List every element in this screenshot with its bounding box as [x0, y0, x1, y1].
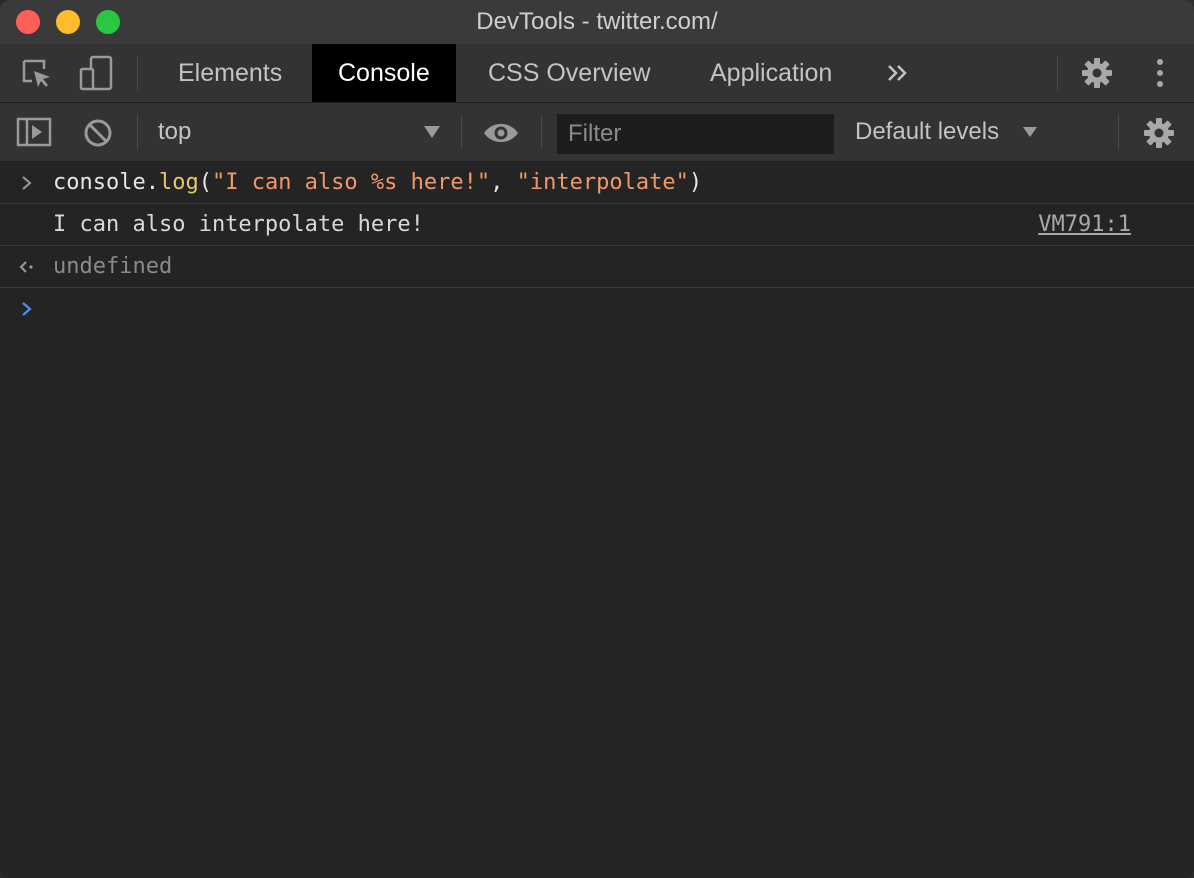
code-object: console — [53, 170, 146, 195]
tab-application[interactable]: Application — [684, 44, 858, 102]
context-selector[interactable]: top — [158, 103, 191, 161]
devtools-window: DevTools - twitter.com/ Elements Console… — [0, 0, 1194, 878]
live-expression-eye-icon[interactable] — [480, 119, 522, 147]
code-open-paren: ( — [198, 170, 212, 195]
window-title: DevTools - twitter.com/ — [476, 8, 718, 35]
result-value: undefined — [53, 254, 173, 279]
input-chevron-icon — [14, 162, 40, 203]
filter-input[interactable] — [557, 114, 834, 154]
console-prompt-row[interactable] — [0, 288, 1194, 329]
log-levels-dropdown[interactable]: Default levels — [855, 103, 999, 161]
console-result-row: undefined — [0, 246, 1194, 288]
console-input-row: console.log("I can also %s here!", "inte… — [0, 162, 1194, 204]
clear-console-icon[interactable] — [81, 116, 115, 150]
inspect-element-icon[interactable] — [18, 57, 54, 89]
toolbar-divider — [137, 115, 138, 149]
console-input-code: console.log("I can also %s here!", "inte… — [53, 162, 702, 203]
toolbar-divider — [1118, 115, 1119, 149]
toolbar-divider — [137, 56, 138, 90]
code-string-arg: "I can also %s here!" — [211, 170, 491, 195]
console-toolbar: top Default levels — [0, 103, 1194, 162]
code-dot: . — [145, 170, 159, 195]
toolbar-divider — [541, 115, 542, 149]
log-message: I can also interpolate here! — [53, 212, 424, 237]
device-toolbar-icon[interactable] — [78, 55, 114, 91]
settings-gear-icon[interactable] — [1078, 54, 1116, 92]
prompt-chevron-icon — [14, 288, 40, 329]
context-dropdown-icon[interactable] — [420, 121, 444, 143]
code-close-paren: ) — [688, 170, 703, 195]
console-log-row: I can also interpolate here! VM791:1 — [0, 204, 1194, 246]
code-string-arg: "interpolate" — [516, 170, 689, 195]
tab-elements[interactable]: Elements — [152, 44, 308, 102]
panel-tab-bar: Elements Console CSS Overview Applicatio… — [0, 44, 1194, 103]
tab-console[interactable]: Console — [312, 44, 456, 102]
show-sidebar-icon[interactable] — [14, 116, 54, 148]
toolbar-divider — [461, 115, 462, 149]
levels-dropdown-icon[interactable] — [1019, 122, 1041, 142]
result-arrow-icon — [14, 246, 40, 287]
kebab-menu-icon[interactable] — [1146, 56, 1174, 90]
source-link[interactable]: VM791:1 — [1038, 204, 1131, 245]
console-output[interactable]: console.log("I can also %s here!", "inte… — [0, 162, 1194, 878]
tab-css-overview[interactable]: CSS Overview — [462, 44, 677, 102]
title-bar: DevTools - twitter.com/ — [0, 0, 1194, 45]
more-tabs-chevron-icon[interactable] — [880, 58, 916, 88]
console-settings-gear-icon[interactable] — [1140, 114, 1178, 152]
toolbar-divider — [1057, 56, 1058, 90]
code-method: log — [158, 170, 199, 195]
code-comma: , — [490, 170, 517, 195]
